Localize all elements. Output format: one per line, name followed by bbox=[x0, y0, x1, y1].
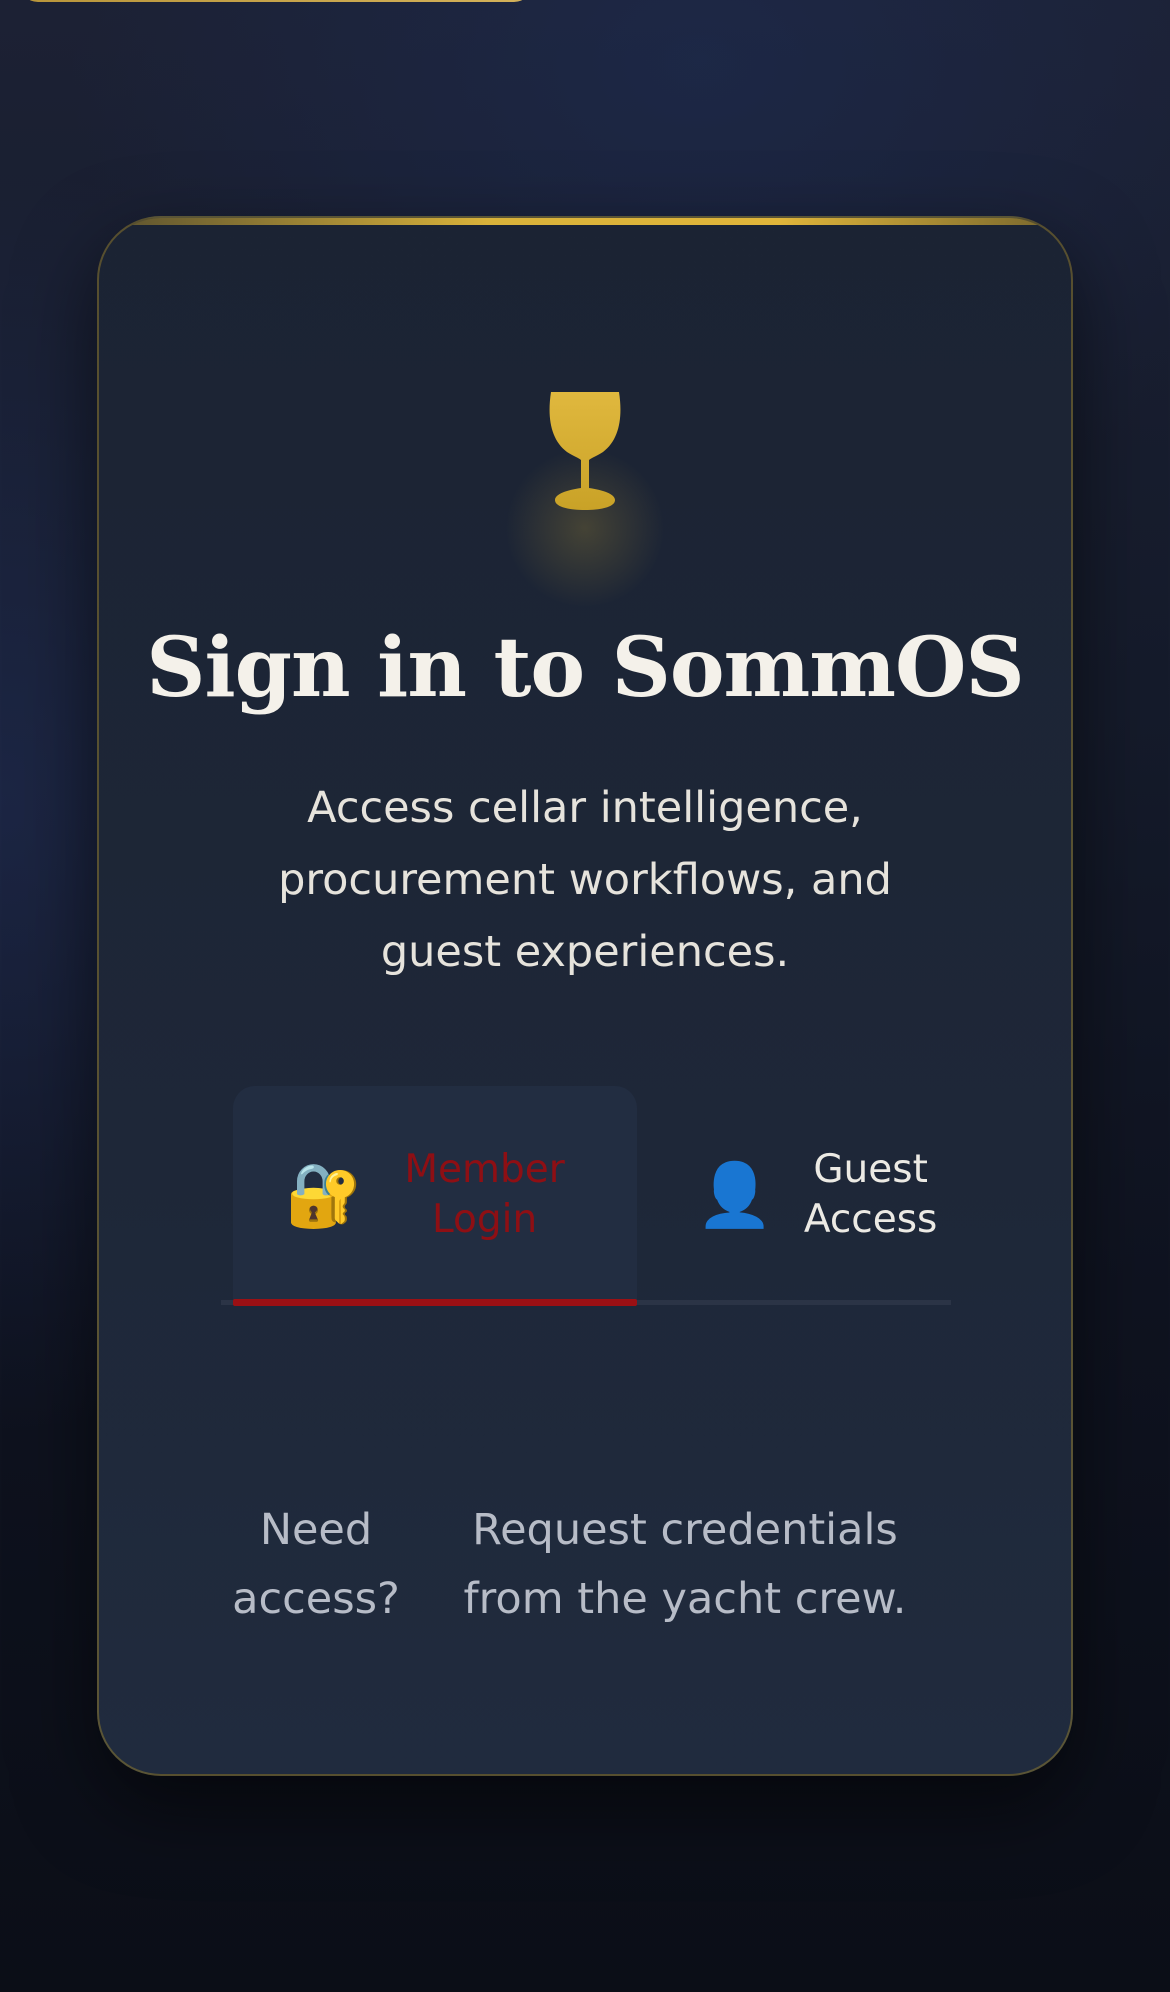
sign-in-card: Sign in to SommOS Access cellar intellig… bbox=[97, 216, 1073, 1776]
page-title: Sign in to SommOS bbox=[146, 620, 1024, 716]
user-silhouette-icon: 👤 bbox=[696, 1157, 774, 1231]
access-help: Need access? Request credentials from th… bbox=[221, 1496, 951, 1634]
brand-logo bbox=[99, 388, 1071, 608]
help-text: Request credentials from the yacht crew. bbox=[463, 1505, 907, 1624]
wine-glass-icon bbox=[549, 392, 621, 510]
tab-guest-access-label: Guest Access bbox=[803, 1146, 938, 1242]
help-label: Need access? bbox=[232, 1505, 400, 1624]
tab-member-login[interactable]: 🔐 Member Login bbox=[233, 1086, 637, 1306]
top-decorative-bar bbox=[20, 0, 532, 2]
card-accent-bar bbox=[99, 218, 1071, 225]
tab-member-login-label: Member Login bbox=[404, 1146, 565, 1242]
lock-with-key-icon: 🔐 bbox=[285, 1157, 363, 1231]
page-subtitle: Access cellar intelligence, procurement … bbox=[278, 783, 892, 977]
tab-guest-access[interactable]: 👤 Guest Access bbox=[691, 1086, 951, 1303]
login-mode-tabs: 🔐 Member Login 👤 Guest Access bbox=[221, 1086, 951, 1308]
